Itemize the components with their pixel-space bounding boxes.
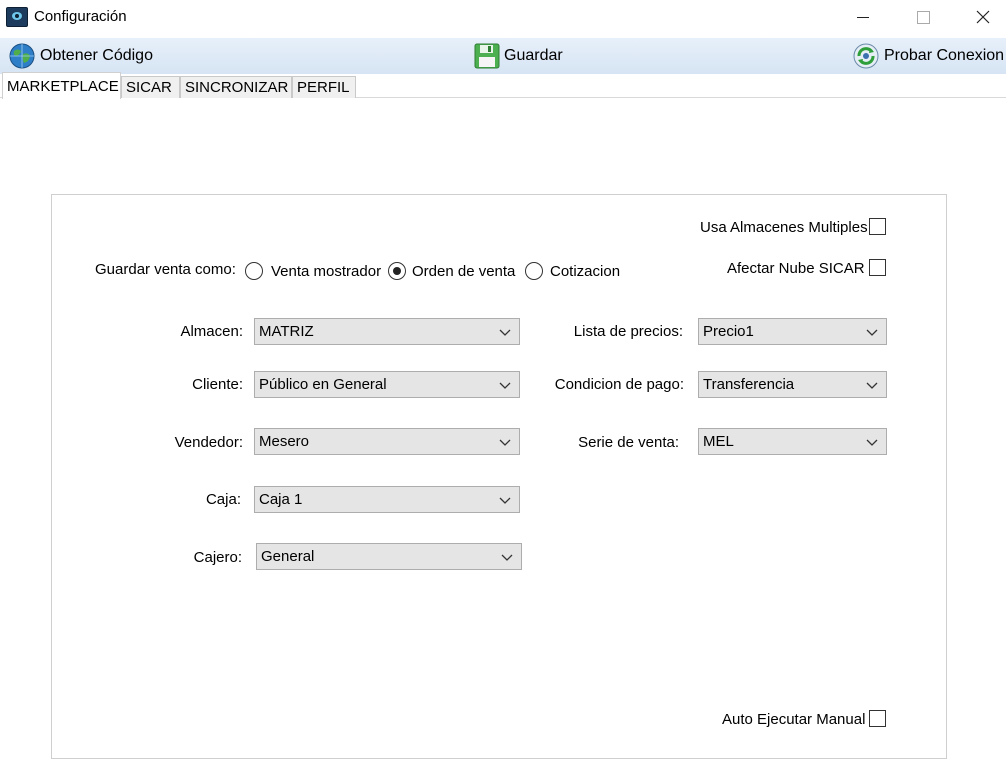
condicion-pago-select[interactable]: Transferencia [698, 371, 887, 398]
maximize-button[interactable] [900, 0, 946, 34]
cliente-value: Público en General [259, 376, 387, 393]
usa-almacenes-label: Usa Almacenes Multiples [700, 219, 868, 236]
lista-precios-value: Precio1 [703, 323, 754, 340]
tab-perfil[interactable]: PERFIL [292, 76, 356, 98]
radio-cotizacion-label: Cotizacion [550, 263, 621, 280]
chevron-down-icon [501, 554, 513, 561]
serie-venta-select[interactable]: MEL [698, 428, 887, 455]
auto-ejecutar-checkbox[interactable] [869, 710, 886, 727]
toolbar: Obtener Código Guardar Probar Conexion [0, 38, 1006, 74]
refresh-connection-icon [853, 43, 879, 69]
condicion-pago-label: Condicion de pago: [554, 376, 684, 393]
lista-precios-label: Lista de precios: [573, 323, 683, 340]
radio-venta-mostrador-label: Venta mostrador [271, 263, 382, 280]
afectar-nube-label: Afectar Nube SICAR [727, 260, 865, 277]
probar-conexion-label: Probar Conexion [884, 47, 1005, 64]
tab-sincronizar[interactable]: SINCRONIZAR [180, 76, 292, 98]
tab-marketplace[interactable]: MARKETPLACE [2, 72, 121, 99]
obtener-codigo-button[interactable]: Obtener Código [8, 41, 153, 71]
cajero-select[interactable]: General [256, 543, 522, 570]
radio-venta-mostrador[interactable] [245, 262, 263, 280]
close-button[interactable] [960, 0, 1006, 34]
serie-venta-value: MEL [703, 433, 734, 450]
almacen-label: Almacen: [180, 323, 243, 340]
auto-ejecutar-label: Auto Ejecutar Manual [722, 711, 866, 728]
radio-cotizacion[interactable] [525, 262, 543, 280]
caja-select[interactable]: Caja 1 [254, 486, 520, 513]
probar-conexion-button[interactable]: Probar Conexion [852, 41, 1004, 71]
guardar-button[interactable]: Guardar [474, 41, 563, 71]
minimize-button[interactable] [840, 0, 886, 34]
title-bar: Configuración [0, 0, 1006, 36]
chevron-down-icon [499, 329, 511, 336]
usa-almacenes-checkbox[interactable] [869, 218, 886, 235]
app-icon [6, 7, 28, 27]
close-icon [976, 10, 990, 24]
radio-orden-de-venta-label: Orden de venta [412, 263, 516, 280]
guardar-venta-label: Guardar venta como: [95, 261, 236, 278]
cajero-value: General [261, 548, 315, 565]
chevron-down-icon [499, 439, 511, 446]
condicion-pago-value: Transferencia [703, 376, 795, 393]
vendedor-label: Vendedor: [174, 434, 243, 451]
caja-label: Caja: [205, 491, 241, 508]
chevron-down-icon [866, 329, 878, 336]
globe-icon [9, 43, 35, 69]
vendedor-select[interactable]: Mesero [254, 428, 520, 455]
window-title: Configuración [34, 8, 127, 25]
chevron-down-icon [866, 382, 878, 389]
serie-venta-label: Serie de venta: [578, 434, 679, 451]
almacen-value: MATRIZ [259, 323, 314, 340]
floppy-disk-icon [474, 43, 500, 69]
cliente-select[interactable]: Público en General [254, 371, 520, 398]
radio-orden-de-venta[interactable] [388, 262, 406, 280]
afectar-nube-checkbox[interactable] [869, 259, 886, 276]
obtener-codigo-label: Obtener Código [40, 47, 153, 64]
guardar-label: Guardar [504, 47, 563, 64]
chevron-down-icon [499, 497, 511, 504]
almacen-select[interactable]: MATRIZ [254, 318, 520, 345]
vendedor-value: Mesero [259, 433, 310, 450]
cliente-label: Cliente: [192, 376, 243, 393]
caja-value: Caja 1 [259, 491, 303, 508]
chevron-down-icon [499, 382, 511, 389]
lista-precios-select[interactable]: Precio1 [698, 318, 887, 345]
cajero-label: Cajero: [193, 549, 242, 566]
chevron-down-icon [866, 439, 878, 446]
tab-sicar[interactable]: SICAR [121, 76, 180, 98]
